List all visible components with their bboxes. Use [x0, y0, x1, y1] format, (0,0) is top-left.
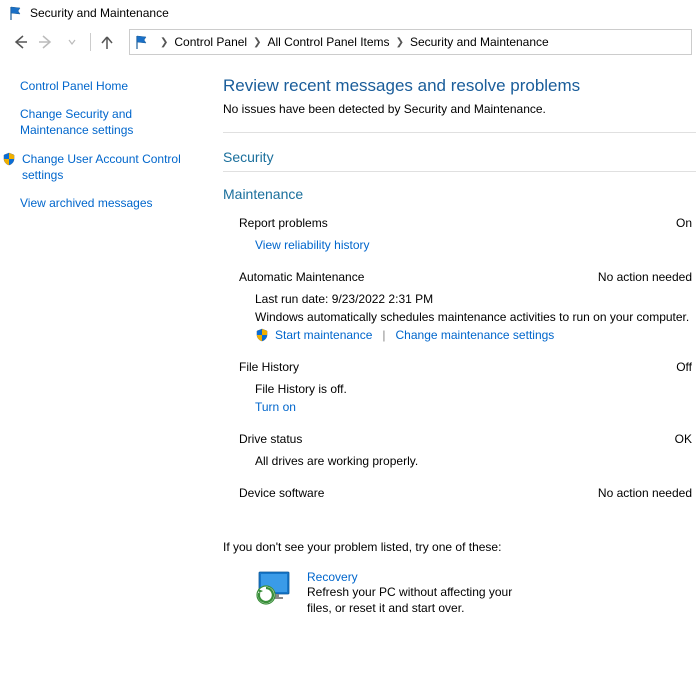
breadcrumb-item[interactable]: All Control Panel Items — [268, 35, 390, 49]
file-history-desc: File History is off. — [255, 380, 692, 398]
shield-icon — [2, 152, 16, 166]
divider — [223, 132, 696, 133]
shield-icon — [255, 328, 269, 342]
item-status: Off — [676, 360, 692, 374]
footer-prompt: If you don't see your problem listed, tr… — [223, 540, 700, 554]
title-bar: Security and Maintenance — [0, 0, 700, 24]
view-reliability-link[interactable]: View reliability history — [255, 238, 370, 252]
sidebar-view-archived-link[interactable]: View archived messages — [20, 195, 199, 211]
item-label: File History — [239, 360, 299, 374]
nav-separator — [90, 33, 91, 51]
auto-maintenance-row: Automatic Maintenance No action needed — [239, 270, 692, 284]
change-maint-settings-link[interactable]: Change maintenance settings — [396, 326, 555, 344]
recovery-icon — [255, 570, 295, 606]
item-label: Drive status — [239, 432, 302, 446]
recovery-link[interactable]: Recovery — [307, 570, 527, 584]
item-status: OK — [675, 432, 692, 446]
breadcrumb-item[interactable]: Control Panel — [174, 35, 247, 49]
item-status: No action needed — [598, 270, 692, 284]
recovery-desc: Refresh your PC without affecting your f… — [307, 584, 527, 616]
chevron-right-icon[interactable]: ❯ — [396, 37, 404, 48]
chevron-right-icon[interactable]: ❯ — [253, 37, 261, 48]
auto-maint-desc: Windows automatically schedules maintena… — [255, 308, 692, 326]
file-history-row: File History Off — [239, 360, 692, 374]
status-message: No issues have been detected by Security… — [223, 102, 700, 116]
sidebar-home-link[interactable]: Control Panel Home — [20, 78, 199, 94]
page-heading: Review recent messages and resolve probl… — [223, 76, 700, 96]
drive-status-row: Drive status OK — [239, 432, 692, 446]
recovery-row: Recovery Refresh your PC without affecti… — [255, 570, 700, 616]
drive-status-desc: All drives are working properly. — [255, 452, 692, 470]
sidebar: Control Panel Home Change Security and M… — [0, 60, 205, 700]
report-problems-row: Report problems On — [239, 216, 692, 230]
security-section-header[interactable]: Security — [223, 143, 696, 172]
pipe-separator: | — [382, 326, 385, 344]
item-label: Device software — [239, 486, 324, 500]
sidebar-change-security-link[interactable]: Change Security and Maintenance settings — [20, 106, 199, 138]
item-label: Automatic Maintenance — [239, 270, 364, 284]
back-button[interactable] — [8, 30, 32, 54]
address-bar[interactable]: ❯ Control Panel ❯ All Control Panel Item… — [129, 29, 692, 55]
item-status: On — [676, 216, 692, 230]
sidebar-change-uac-link[interactable]: Change User Account Control settings — [22, 151, 199, 183]
device-software-row: Device software No action needed — [239, 486, 692, 500]
chevron-right-icon[interactable]: ❯ — [160, 37, 168, 48]
nav-bar: ❯ Control Panel ❯ All Control Panel Item… — [0, 24, 700, 60]
main-content: Review recent messages and resolve probl… — [205, 60, 700, 700]
file-history-turn-on-link[interactable]: Turn on — [255, 400, 296, 414]
flag-icon — [8, 5, 24, 21]
flag-icon — [134, 34, 150, 50]
item-label: Report problems — [239, 216, 328, 230]
breadcrumb-item[interactable]: Security and Maintenance — [410, 35, 549, 49]
item-status: No action needed — [598, 486, 692, 500]
start-maintenance-link[interactable]: Start maintenance — [275, 326, 372, 344]
last-run-text: Last run date: 9/23/2022 2:31 PM — [255, 290, 692, 308]
up-button[interactable] — [95, 30, 119, 54]
forward-button[interactable] — [34, 30, 58, 54]
maintenance-section-header[interactable]: Maintenance — [223, 182, 700, 212]
window-title: Security and Maintenance — [30, 6, 169, 20]
recent-dropdown-icon[interactable] — [60, 30, 84, 54]
